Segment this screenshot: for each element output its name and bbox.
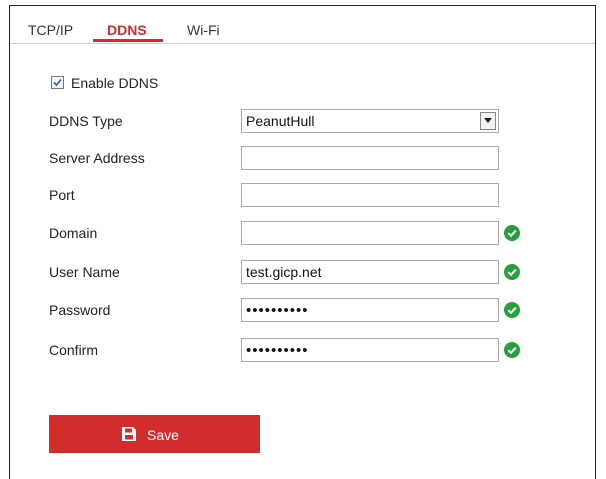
enable-ddns-checkbox[interactable] bbox=[51, 76, 64, 89]
port-input[interactable] bbox=[241, 183, 499, 207]
chevron-down-icon bbox=[484, 118, 492, 123]
domain-input[interactable] bbox=[241, 221, 499, 245]
tab-bar: TCP/IP DDNS Wi-Fi bbox=[10, 6, 595, 44]
user-name-label: User Name bbox=[49, 264, 120, 280]
confirm-label: Confirm bbox=[49, 342, 99, 358]
tab-wifi[interactable]: Wi-Fi bbox=[187, 22, 220, 38]
active-tab-indicator bbox=[93, 39, 163, 42]
user-name-input[interactable] bbox=[241, 260, 499, 284]
server-address-input[interactable] bbox=[241, 146, 499, 170]
ddns-type-value: PeanutHull bbox=[246, 113, 315, 129]
ddns-type-select[interactable]: PeanutHull bbox=[241, 109, 499, 133]
tab-ddns[interactable]: DDNS bbox=[107, 22, 147, 38]
password-row: Password bbox=[10, 298, 595, 322]
user-name-row: User Name bbox=[10, 260, 595, 284]
ddns-type-label: DDNS Type bbox=[49, 113, 123, 129]
checkmark-icon bbox=[53, 78, 62, 87]
ddns-type-row: DDNS Type PeanutHull bbox=[10, 109, 595, 133]
check-circle-icon bbox=[504, 342, 520, 358]
confirm-row: Confirm bbox=[10, 338, 595, 362]
password-input[interactable] bbox=[241, 298, 499, 322]
domain-row: Domain bbox=[10, 221, 595, 245]
check-circle-icon bbox=[504, 302, 520, 318]
dropdown-button[interactable] bbox=[480, 112, 496, 130]
ddns-settings-panel: TCP/IP DDNS Wi-Fi Enable DDNS DDNS Type … bbox=[9, 5, 596, 479]
server-address-label: Server Address bbox=[49, 150, 145, 166]
save-button-label: Save bbox=[147, 427, 179, 443]
tab-tcpip[interactable]: TCP/IP bbox=[28, 22, 73, 38]
domain-label: Domain bbox=[49, 225, 98, 241]
server-address-row: Server Address bbox=[10, 146, 595, 170]
check-circle-icon bbox=[504, 264, 520, 280]
port-row: Port bbox=[10, 183, 595, 207]
password-label: Password bbox=[49, 302, 111, 318]
enable-ddns-row: Enable DDNS bbox=[10, 73, 595, 97]
enable-ddns-label: Enable DDNS bbox=[71, 75, 159, 91]
port-label: Port bbox=[49, 187, 75, 203]
check-circle-icon bbox=[504, 225, 520, 241]
save-button[interactable]: Save bbox=[49, 415, 260, 453]
floppy-disk-icon bbox=[122, 427, 136, 441]
confirm-password-input[interactable] bbox=[241, 338, 499, 362]
